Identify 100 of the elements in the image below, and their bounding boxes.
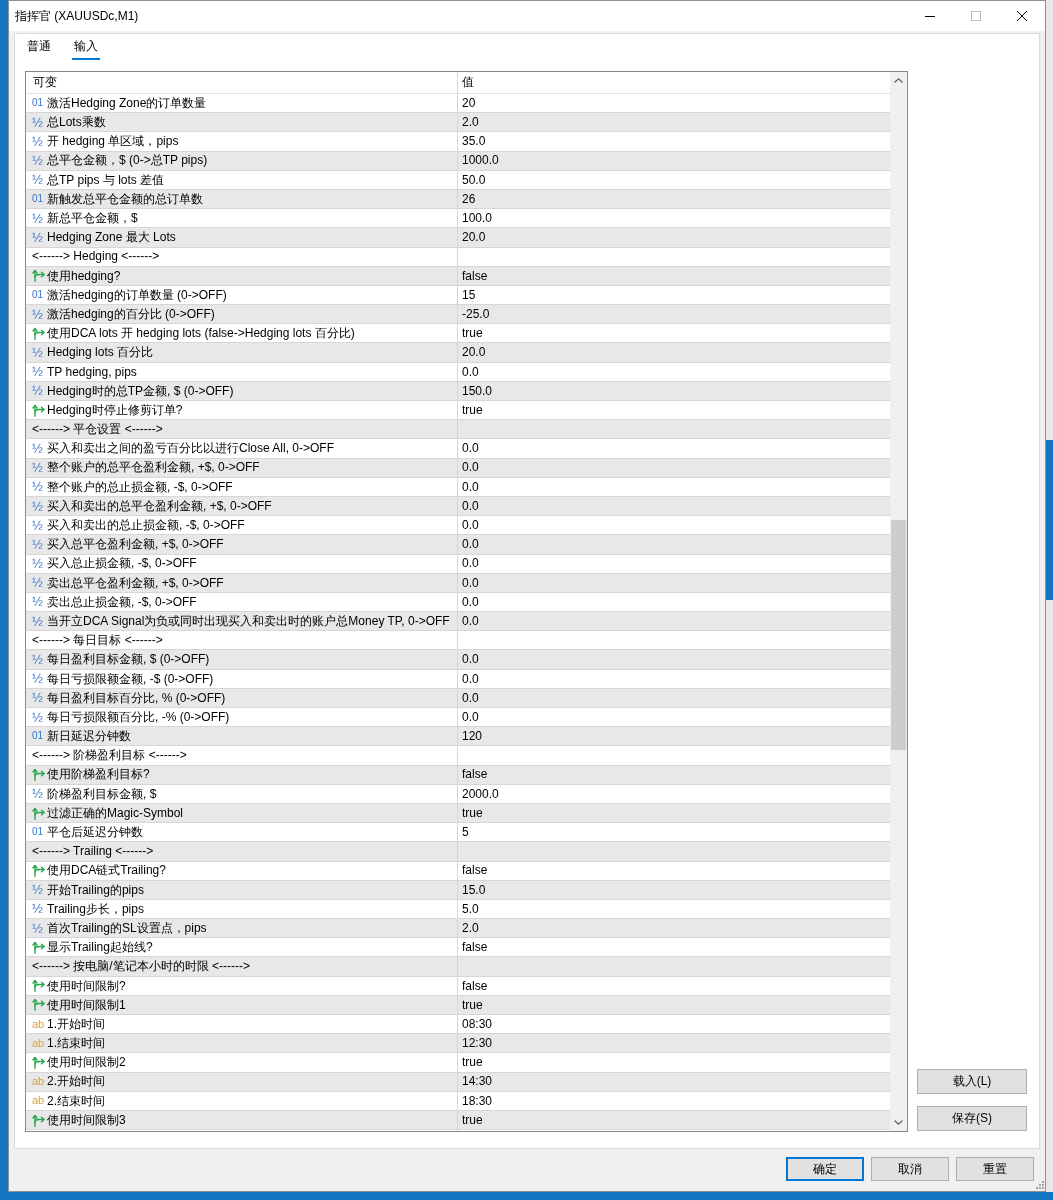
chevron-up-icon[interactable] (894, 78, 903, 83)
table-row[interactable]: ab 2.开始时间 14:30 (26, 1072, 890, 1092)
parameter-value[interactable]: 120 (462, 729, 483, 744)
parameter-value[interactable]: 0.0 (462, 594, 479, 610)
parameter-value[interactable]: 0.0 (462, 575, 479, 590)
parameter-value[interactable]: false (462, 268, 488, 283)
table-row[interactable]: ½ Hedging Zone 最大 Lots 20.0 (26, 228, 890, 248)
parameter-value[interactable]: 2.0 (462, 920, 479, 936)
table-row[interactable]: ab 2.结束时间 18:30 (26, 1091, 890, 1111)
chevron-down-icon[interactable] (894, 1120, 903, 1125)
tab[interactable]: 输入 (72, 35, 100, 60)
table-row[interactable]: 01 激活Hedging Zone的订单数量 20 (26, 94, 890, 114)
parameter-value[interactable]: 2.0 (462, 115, 479, 130)
parameter-value[interactable]: false (462, 940, 488, 955)
table-row[interactable]: ½ 当开立DCA Signal为负或同时出现买入和卖出时的账户总Money TP, 0->OFF 0.0 (26, 612, 890, 632)
table-row[interactable]: ½ 买入和卖出的总平仓盈利金额, +$, 0->OFF 0.0 (26, 496, 890, 517)
parameter-value[interactable]: 0.0 (462, 364, 479, 379)
table-row[interactable]: 01 新日延迟分钟数 120 (26, 727, 890, 747)
table-row[interactable]: ½ 买入总平仓盈利金额, +$, 0->OFF 0.0 (26, 535, 890, 555)
table-row[interactable]: ½ 卖出总平仓盈利金额, +$, 0->OFF 0.0 (26, 573, 890, 593)
parameter-value[interactable]: 20.0 (462, 345, 486, 360)
parameter-value[interactable]: true (462, 402, 483, 418)
parameter-value[interactable]: 20.0 (462, 230, 486, 245)
scrollbar-thumb[interactable] (891, 520, 906, 750)
parameter-value[interactable]: 18:30 (462, 1093, 493, 1109)
table-row[interactable]: ½ 阶梯盈利目标金额, $ 2000.0 (26, 784, 890, 804)
parameter-value[interactable]: 1000.0 (462, 153, 499, 168)
table-row[interactable]: 使用DCA链式Trailing? false (26, 861, 890, 881)
parameter-value[interactable]: true (462, 997, 483, 1013)
parameter-value[interactable]: 2000.0 (462, 786, 499, 802)
table-row[interactable]: ½ 总TP pips 与 lots 差值 50.0 (26, 170, 890, 190)
table-row[interactable]: ½ 卖出总止损金额, -$, 0->OFF 0.0 (26, 592, 890, 613)
dialog-button[interactable]: 重置 (956, 1157, 1034, 1181)
parameter-value[interactable]: 0.0 (462, 479, 479, 495)
resize-grip-icon[interactable] (1036, 1181, 1044, 1189)
table-row[interactable]: ½ Trailing步长，pips 5.0 (26, 899, 890, 920)
scrollbar[interactable] (890, 72, 907, 1131)
table-row[interactable]: <------> 按电脑/笔记本小时的时限 <------> (26, 957, 890, 977)
table-row[interactable]: ½ 每日亏损限额金额, -$ (0->OFF) 0.0 (26, 669, 890, 689)
parameter-value[interactable]: true (462, 326, 483, 341)
table-row[interactable]: 01 新触发总平仓金额的总订单数 26 (26, 189, 890, 210)
table-row[interactable]: ½ 新总平仓金额，$ 100.0 (26, 209, 890, 229)
table-row[interactable]: ½ 整个账户的总平仓盈利金额, +$, 0->OFF 0.0 (26, 458, 890, 478)
parameter-value[interactable]: 0.0 (462, 518, 479, 533)
table-row[interactable]: ½ 买入和卖出之间的盈亏百分比以进行Close All, 0->OFF 0.0 (26, 439, 890, 459)
table-row[interactable]: ½ Hedging时的总TP金额, $ (0->OFF) 150.0 (26, 381, 890, 401)
table-row[interactable]: ½ 每日亏损限额百分比, -% (0->OFF) 0.0 (26, 708, 890, 728)
table-row[interactable]: ½ 激活hedging的百分比 (0->OFF) -25.0 (26, 305, 890, 325)
parameter-value[interactable]: 0.0 (462, 556, 479, 571)
table-row[interactable]: ½ 买入总止损金额, -$, 0->OFF 0.0 (26, 554, 890, 574)
parameter-value[interactable]: true (462, 1055, 483, 1070)
parameter-value[interactable]: 5 (462, 825, 469, 840)
table-row[interactable]: <------> 阶梯盈利目标 <------> (26, 746, 890, 766)
parameter-value[interactable]: 0.0 (462, 441, 479, 456)
parameter-value[interactable]: 26 (462, 191, 476, 207)
table-row[interactable]: ½ 每日盈利目标金额, $ (0->OFF) 0.0 (26, 650, 890, 670)
parameter-value[interactable]: 150.0 (462, 383, 493, 399)
parameter-value[interactable]: 0.0 (462, 460, 479, 475)
table-row[interactable]: ½ 总平仓金额，$ (0->总TP pips) 1000.0 (26, 151, 890, 171)
parameter-value[interactable]: 0.0 (462, 613, 479, 629)
table-row[interactable]: ½ 总Lots乘数 2.0 (26, 113, 890, 133)
table-row[interactable]: 使用时间限制1 true (26, 995, 890, 1015)
table-row[interactable]: ½ 每日盈利目标百分比, % (0->OFF) 0.0 (26, 688, 890, 708)
parameter-value[interactable]: 20 (462, 95, 476, 111)
parameter-value[interactable]: 0.0 (462, 652, 479, 667)
table-row[interactable]: 使用时间限制2 true (26, 1053, 890, 1073)
parameter-value[interactable]: 0.0 (462, 498, 479, 514)
parameter-value[interactable]: -25.0 (462, 306, 490, 322)
table-row[interactable]: ½ TP hedging, pips 0.0 (26, 362, 890, 382)
table-row[interactable]: ½ 买入和卖出的总止损金额, -$, 0->OFF 0.0 (26, 516, 890, 536)
table-row[interactable]: 01 平仓后延迟分钟数 5 (26, 823, 890, 843)
table-row[interactable]: <------> 每日目标 <------> (26, 631, 890, 651)
side-button[interactable]: 保存(S) (917, 1106, 1027, 1131)
parameter-value[interactable]: 100.0 (462, 211, 493, 226)
tab[interactable]: 普通 (25, 35, 53, 60)
column-header[interactable]: 可变 (33, 75, 57, 90)
parameter-value[interactable]: false (462, 978, 488, 993)
table-row[interactable]: ½ 开始Trailing的pips 15.0 (26, 880, 890, 900)
table-row[interactable]: 01 激活hedging的订单数量 (0->OFF) 15 (26, 285, 890, 306)
parameter-value[interactable]: 12:30 (462, 1036, 493, 1051)
parameter-value[interactable]: 0.0 (462, 671, 479, 686)
table-row[interactable]: 使用时间限制? false (26, 976, 890, 996)
dialog-button[interactable]: 取消 (871, 1157, 949, 1181)
parameter-value[interactable]: false (462, 767, 488, 782)
parameter-value[interactable]: true (462, 1112, 483, 1128)
parameter-value[interactable]: 50.0 (462, 172, 486, 188)
table-row[interactable]: <------> Trailing <------> (26, 842, 890, 862)
table-row[interactable]: ½ Hedging lots 百分比 20.0 (26, 343, 890, 363)
table-row[interactable]: 显示Trailing起始线? false (26, 938, 890, 958)
parameter-value[interactable]: 15.0 (462, 882, 486, 897)
parameter-value[interactable]: 0.0 (462, 690, 479, 706)
parameter-value[interactable]: 35.0 (462, 134, 486, 149)
table-row[interactable]: <------> 平仓设置 <------> (26, 420, 890, 440)
table-row[interactable]: ½ 整个账户的总止损金额, -$, 0->OFF 0.0 (26, 477, 890, 497)
parameter-value[interactable]: 0.0 (462, 709, 479, 725)
dialog-button[interactable]: 确定 (786, 1157, 864, 1181)
table-row[interactable]: ½ 首次Trailing的SL设置点，pips 2.0 (26, 919, 890, 939)
table-row[interactable]: <------> Hedging <------> (26, 247, 890, 267)
parameter-value[interactable]: 08:30 (462, 1016, 493, 1032)
side-button[interactable]: 载入(L) (917, 1069, 1027, 1094)
